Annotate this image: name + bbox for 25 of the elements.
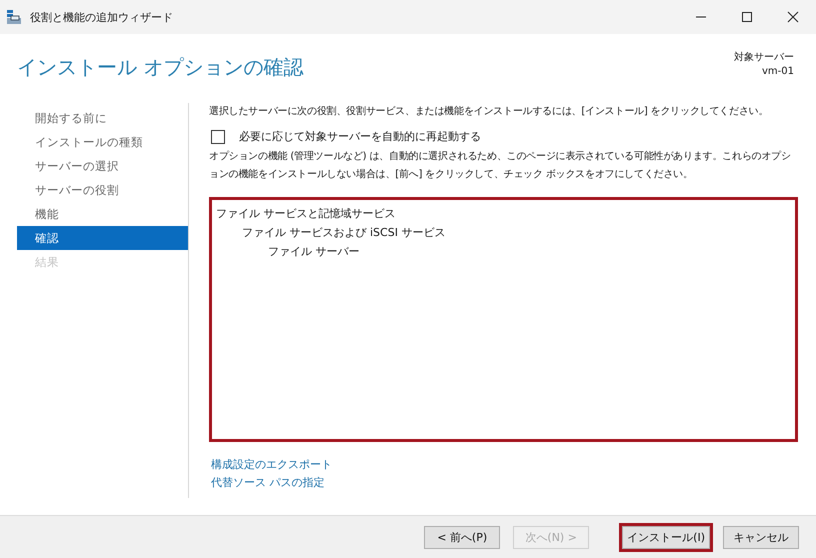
close-icon[interactable] bbox=[787, 11, 799, 23]
link[interactable]: 構成設定のエクスポート bbox=[211, 456, 332, 474]
wizard-step[interactable]: 確認 bbox=[17, 226, 188, 250]
wizard-button[interactable]: インストール(I) bbox=[622, 526, 710, 548]
target-server-label: 対象サーバー bbox=[734, 51, 794, 65]
link[interactable]: 代替ソース パスの指定 bbox=[211, 474, 324, 492]
window-title: 役割と機能の追加ウィザード bbox=[30, 10, 173, 24]
wizard-step[interactable]: インストールの種類 bbox=[17, 130, 188, 154]
wizard-step[interactable]: 開始する前に bbox=[17, 106, 188, 130]
maximize-icon[interactable] bbox=[741, 11, 753, 23]
instruction-text: 選択したサーバーに次の役割、役割サービス、または機能をインストールするには、[インストール] をクリックしてください。 bbox=[209, 104, 770, 119]
feature-item: ファイル サービスと記憶域サービス bbox=[216, 206, 396, 222]
wizard-step[interactable]: サーバーの選択 bbox=[17, 154, 188, 178]
page-title: インストール オプションの確認 bbox=[17, 54, 304, 81]
wizard-button[interactable]: キャンセル bbox=[723, 526, 799, 548]
wizard-button[interactable]: < 前へ(P) bbox=[424, 526, 500, 548]
note-text: オプションの機能 (管理ツールなど) は、自動的に選択されるため、このページに表示されている可能性があります。これらのオプションの機能をインストールしない場合は、[前へ] をクリックして、チェック ボックスをオフにしてください。 bbox=[209, 150, 792, 182]
restart-checkbox[interactable] bbox=[211, 130, 225, 144]
target-server-name: vm-01 bbox=[762, 65, 794, 79]
wizard-step[interactable]: サーバーの役割 bbox=[17, 178, 188, 202]
checkbox-label: 必要に応じて対象サーバーを自動的に再起動する bbox=[239, 129, 481, 144]
feature-item: ファイル サーバー bbox=[267, 244, 360, 260]
feature-item: ファイル サービスおよび iSCSI サービス bbox=[241, 225, 446, 241]
app-icon bbox=[6, 9, 22, 25]
wizard-step[interactable]: 機能 bbox=[17, 202, 188, 226]
